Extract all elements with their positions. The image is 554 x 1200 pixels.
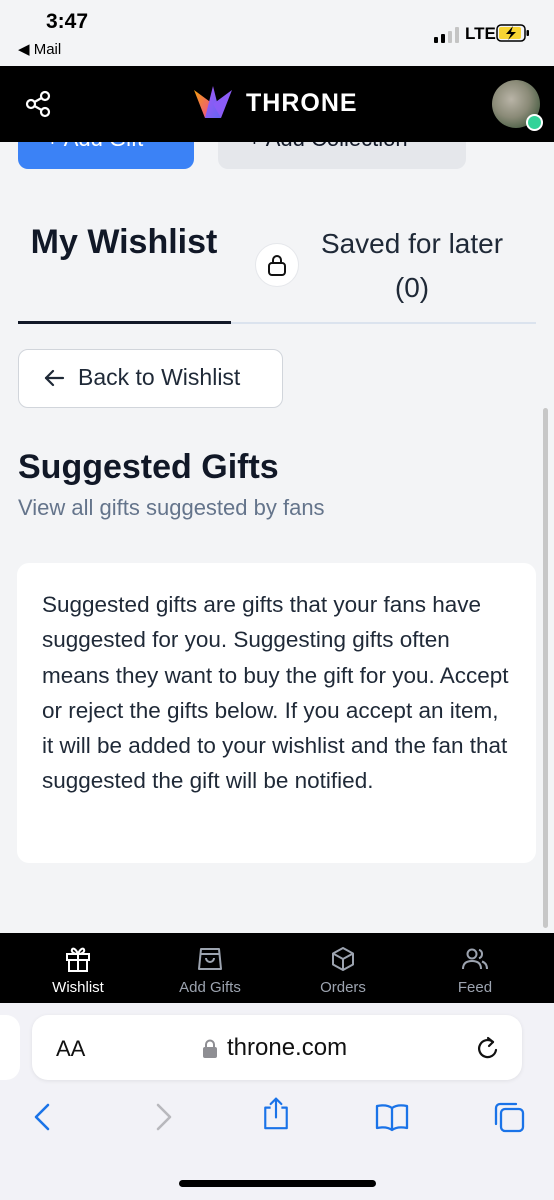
lock-toggle-button[interactable] xyxy=(255,243,299,287)
shopping-bag-icon xyxy=(198,948,222,970)
bottom-nav-label: Wishlist xyxy=(52,979,104,996)
previous-tab-preview[interactable] xyxy=(0,1015,20,1080)
tabs-icon[interactable] xyxy=(492,1100,526,1134)
network-type: LTE xyxy=(465,24,496,43)
back-chevron-icon[interactable] xyxy=(26,1100,60,1134)
add-collection-label: + Add Collection xyxy=(248,142,408,152)
tab-divider xyxy=(231,322,536,324)
brand-name: THRONE xyxy=(246,89,358,117)
bottom-nav-feed[interactable]: Feed xyxy=(415,933,535,1003)
battery-charging-icon xyxy=(496,24,529,42)
info-card-text: Suggested gifts are gifts that your fans… xyxy=(42,592,509,794)
url-text[interactable]: throne.com xyxy=(227,1034,347,1062)
reload-icon[interactable] xyxy=(476,1036,500,1062)
share-sheet-icon[interactable] xyxy=(259,1096,293,1130)
forward-chevron-icon[interactable] xyxy=(146,1100,180,1134)
tab-my-wishlist[interactable]: My Wishlist xyxy=(18,220,230,265)
bottom-nav-label: Feed xyxy=(457,979,493,996)
add-gift-button[interactable]: + Add Gift xyxy=(18,142,194,169)
active-tab-indicator xyxy=(18,321,231,324)
add-collection-button[interactable]: + Add Collection xyxy=(218,142,466,169)
users-icon xyxy=(462,948,488,970)
status-time: 3:47 xyxy=(46,10,89,33)
package-icon xyxy=(332,947,354,971)
page-title: Suggested Gifts xyxy=(18,448,279,486)
share-icon[interactable] xyxy=(24,90,52,118)
gift-icon xyxy=(66,947,90,972)
page-scrollbar[interactable] xyxy=(543,408,548,928)
bottom-nav-wishlist[interactable]: Wishlist xyxy=(18,933,138,1003)
home-indicator xyxy=(179,1180,376,1187)
lock-icon xyxy=(268,255,286,276)
bookmarks-icon[interactable] xyxy=(375,1100,409,1134)
back-to-wishlist-label: Back to Wishlist xyxy=(78,364,241,390)
tab-saved-for-later[interactable]: Saved for later (0) xyxy=(312,222,512,310)
online-status-dot xyxy=(526,114,543,131)
throne-crown-logo-icon[interactable] xyxy=(192,84,234,120)
bottom-nav-label: Orders xyxy=(320,979,366,996)
page-subtitle: View all gifts suggested by fans xyxy=(18,495,325,520)
back-to-mail-link[interactable]: ◀ Mail xyxy=(18,40,61,58)
lock-icon xyxy=(203,1039,217,1058)
text-size-button[interactable]: AA xyxy=(56,1036,85,1062)
bottom-nav-label: Add Gifts xyxy=(179,979,241,996)
cellular-signal-icon xyxy=(434,27,459,43)
bottom-nav-orders[interactable]: Orders xyxy=(283,933,403,1003)
add-gift-label: + Add Gift xyxy=(46,142,143,152)
bottom-nav-add-gifts[interactable]: Add Gifts xyxy=(150,933,270,1003)
arrow-left-icon xyxy=(44,369,65,387)
